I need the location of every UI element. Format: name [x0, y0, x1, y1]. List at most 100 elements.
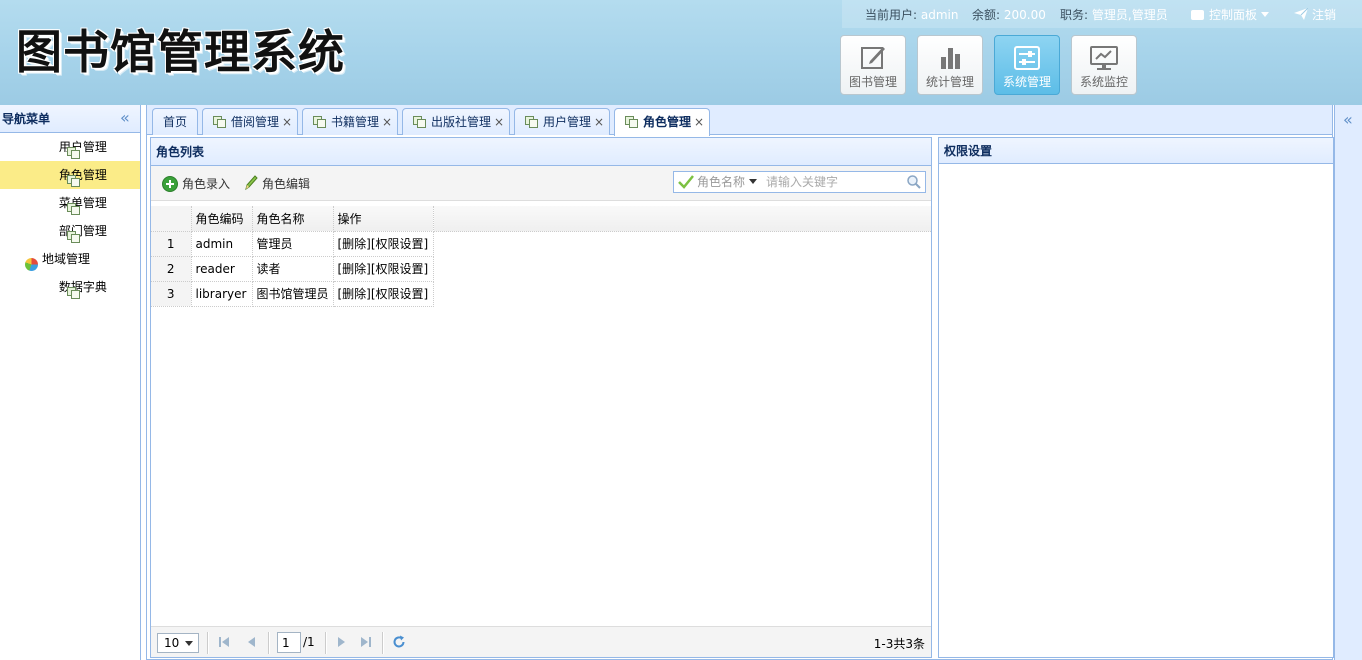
- tab-close-button[interactable]: ×: [382, 109, 392, 135]
- tab-close-button[interactable]: ×: [594, 109, 604, 135]
- search-field-select[interactable]: 角色名称: [697, 172, 758, 192]
- sidebar-collapse-button[interactable]: «: [120, 105, 130, 131]
- role-list-title: 角色列表: [151, 138, 931, 166]
- document-icon: [625, 116, 638, 128]
- logout-link[interactable]: 注销: [1294, 6, 1336, 23]
- sidebar-item-region-management[interactable]: 地域管理: [0, 245, 140, 273]
- document-icon: [67, 231, 80, 243]
- tab-close-button[interactable]: ×: [494, 109, 504, 135]
- page-info: 1-3共3条: [873, 637, 925, 651]
- globe-icon: [25, 253, 38, 271]
- pager-separator: [325, 632, 327, 654]
- document-icon: [67, 203, 80, 215]
- balance: 余额: 200.00: [972, 8, 1046, 22]
- send-icon: [1294, 7, 1309, 20]
- pager-separator: [207, 632, 209, 654]
- pager-separator: [382, 632, 384, 654]
- east-expand-button[interactable]: «: [1343, 107, 1353, 133]
- chevron-down-icon: [1261, 12, 1270, 17]
- document-icon: [525, 116, 538, 128]
- search-box: 角色名称: [673, 171, 926, 193]
- bar-chart-icon: [941, 48, 960, 69]
- pager-separator: [268, 632, 270, 654]
- app-header: 图书馆管理系统 当前用户: admin 余额: 200.00 职务: 管理员,管…: [0, 0, 1362, 105]
- tab-strip: 首页 借阅管理 × 书籍管理 × 出版社管理 × 用户管理 × 角色管理 ×: [147, 105, 1332, 136]
- search-icon[interactable]: [906, 174, 922, 190]
- role-code-cell: libraryer: [191, 281, 253, 307]
- document-icon: [313, 116, 326, 128]
- table-header-row: 角色编码 角色名称 操作: [151, 206, 434, 232]
- edit-icon: [861, 47, 885, 69]
- document-icon: [67, 175, 80, 187]
- module-system-monitor[interactable]: 系统监控: [1071, 35, 1137, 95]
- sidebar-item-role-management[interactable]: 角色管理: [0, 161, 140, 189]
- app-logo: 图书馆管理系统: [16, 25, 345, 79]
- grid-header-filler: [434, 206, 931, 232]
- document-icon: [413, 116, 426, 128]
- settings-sliders-icon: [1014, 46, 1040, 70]
- pencil-icon: [245, 175, 258, 191]
- next-page-icon[interactable]: [335, 635, 347, 649]
- east-collapsed-panel: «: [1334, 105, 1362, 660]
- chevron-down-icon: [749, 179, 758, 184]
- module-book-management[interactable]: 图书管理: [840, 35, 906, 95]
- column-header-role-name[interactable]: 角色名称: [252, 206, 334, 232]
- row-number: 1: [151, 231, 192, 257]
- window-icon: [1191, 10, 1204, 20]
- sidebar-item-data-dictionary[interactable]: 数据字典: [0, 273, 140, 301]
- prev-page-icon[interactable]: [246, 635, 258, 649]
- tab-home[interactable]: 首页: [152, 108, 198, 135]
- page-number-input[interactable]: [277, 632, 301, 653]
- role-code-cell: admin: [191, 231, 253, 257]
- row-number-header: [151, 206, 192, 232]
- sidebar-item-user-management[interactable]: 用户管理: [0, 133, 140, 161]
- role-table: 角色编码 角色名称 操作 1 admin 管理员 [删除][权限设置] 2 re…: [151, 206, 434, 307]
- row-number: 3: [151, 281, 192, 307]
- module-statistics-management[interactable]: 统计管理: [917, 35, 983, 95]
- refresh-icon[interactable]: [392, 635, 406, 649]
- document-icon: [67, 287, 80, 299]
- navigation-sidebar: 导航菜单 « 用户管理 角色管理 菜单管理 部门管理 地域管理 数据字典: [0, 105, 141, 660]
- table-row[interactable]: 3 libraryer 图书馆管理员 [删除][权限设置]: [151, 281, 434, 307]
- column-header-role-code[interactable]: 角色编码: [191, 206, 253, 232]
- tab-borrow-management[interactable]: 借阅管理 ×: [202, 108, 298, 135]
- row-actions-link[interactable]: [删除][权限设置]: [333, 281, 434, 307]
- user-role: 职务: 管理员,管理员: [1060, 8, 1168, 22]
- sidebar-header: 导航菜单 «: [0, 105, 140, 133]
- last-page-icon[interactable]: [360, 635, 372, 649]
- role-name-cell: 图书馆管理员: [252, 281, 334, 307]
- control-panel-menu[interactable]: 控制面板: [1191, 6, 1270, 23]
- document-icon: [213, 116, 226, 128]
- tab-close-button[interactable]: ×: [694, 109, 704, 135]
- sidebar-item-menu-management[interactable]: 菜单管理: [0, 189, 140, 217]
- sidebar-item-department-management[interactable]: 部门管理: [0, 217, 140, 245]
- table-row[interactable]: 2 reader 读者 [删除][权限设置]: [151, 256, 434, 282]
- role-list-panel: 角色列表 角色录入 角色编辑 角色名称 角色编码 角色名称 操作: [150, 137, 932, 658]
- page-total: /1: [303, 635, 315, 649]
- tab-book-management[interactable]: 书籍管理 ×: [302, 108, 398, 135]
- row-actions-link[interactable]: [删除][权限设置]: [333, 256, 434, 282]
- search-input[interactable]: [766, 173, 902, 191]
- pagination-bar: 10 /1 1-3共3条: [151, 626, 931, 657]
- tab-role-management[interactable]: 角色管理 ×: [614, 108, 710, 136]
- first-page-icon[interactable]: [218, 635, 230, 649]
- tab-publisher-management[interactable]: 出版社管理 ×: [402, 108, 510, 135]
- tab-user-management[interactable]: 用户管理 ×: [514, 108, 610, 135]
- edit-role-button[interactable]: 角色编辑: [242, 175, 310, 193]
- role-code-cell: reader: [191, 256, 253, 282]
- document-icon: [67, 147, 80, 159]
- tab-close-button[interactable]: ×: [282, 109, 292, 135]
- role-name-cell: 管理员: [252, 231, 334, 257]
- sidebar-item-label: 地域管理: [42, 252, 91, 266]
- table-row[interactable]: 1 admin 管理员 [删除][权限设置]: [151, 231, 434, 257]
- add-role-button[interactable]: 角色录入: [162, 175, 230, 193]
- page-size-select[interactable]: 10: [157, 633, 199, 653]
- role-toolbar: 角色录入 角色编辑 角色名称: [151, 166, 931, 201]
- row-actions-link[interactable]: [删除][权限设置]: [333, 231, 434, 257]
- role-name-cell: 读者: [252, 256, 334, 282]
- column-header-actions[interactable]: 操作: [333, 206, 434, 232]
- sidebar-title: 导航菜单: [2, 112, 51, 126]
- user-bar: 当前用户: admin 余额: 200.00 职务: 管理员,管理员 控制面板 …: [842, 0, 1362, 28]
- add-icon: [162, 176, 178, 192]
- module-system-management[interactable]: 系统管理: [994, 35, 1060, 95]
